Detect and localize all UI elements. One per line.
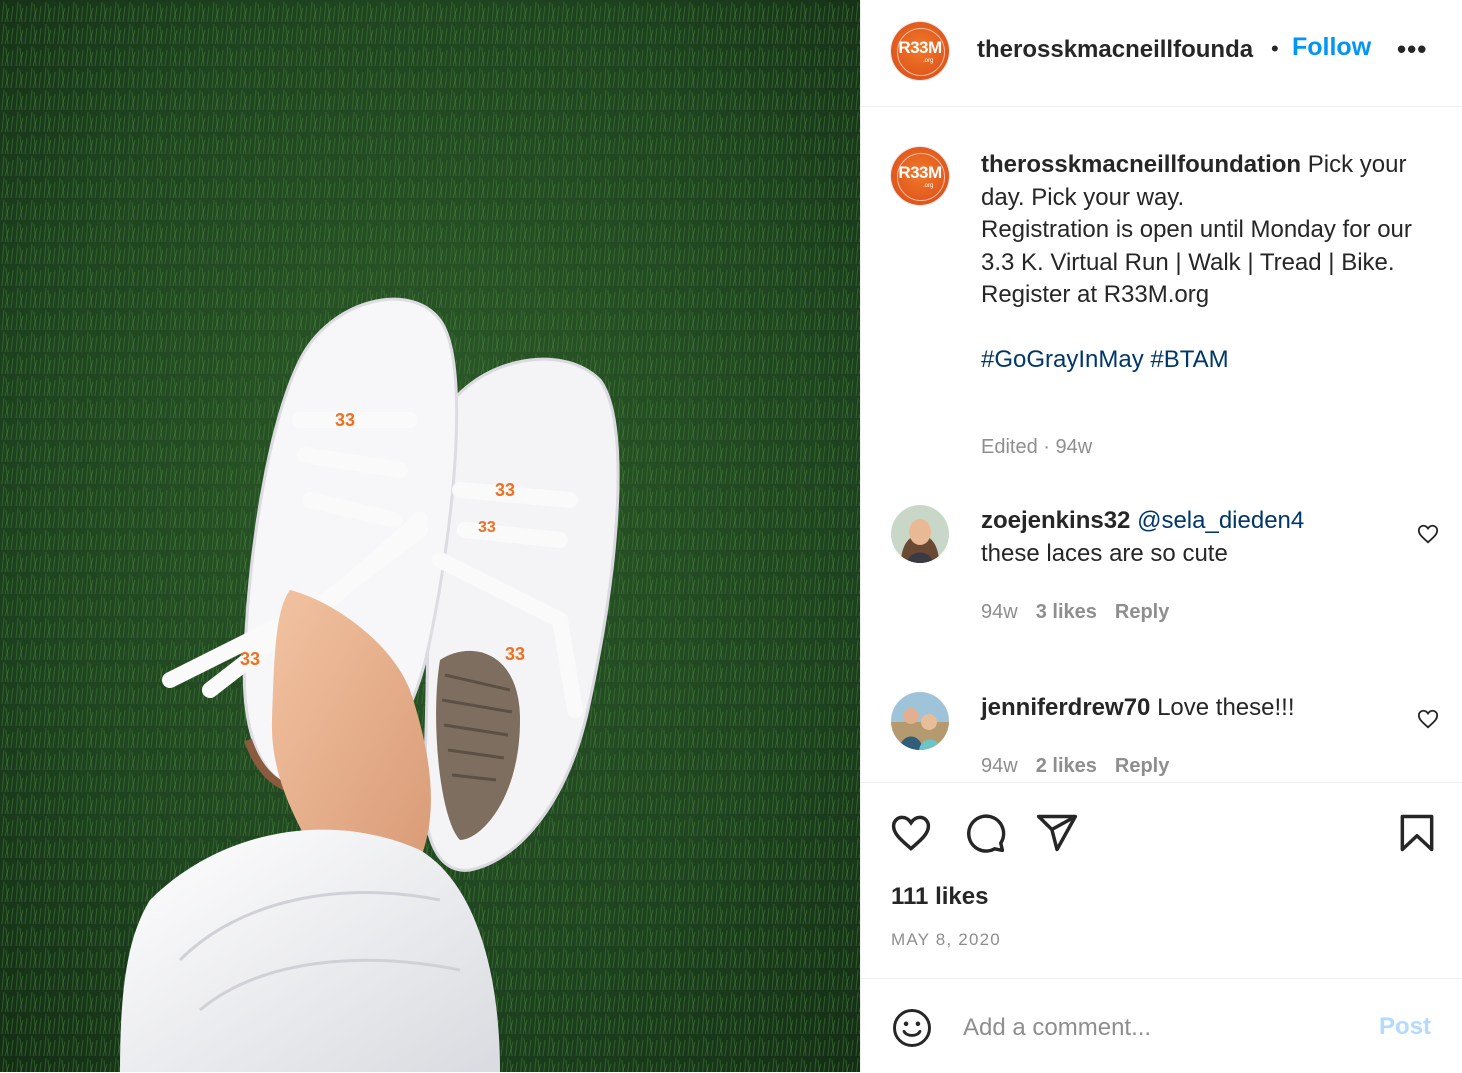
comment-age: 94w — [981, 601, 1018, 623]
author-username[interactable]: therosskmacneillfounda — [977, 36, 1263, 64]
follow-button[interactable]: Follow — [1292, 33, 1371, 62]
comment-likes[interactable]: 3 likes — [1036, 601, 1097, 623]
more-horizontal-icon[interactable]: ••• — [1397, 36, 1427, 62]
commenter-avatar[interactable] — [891, 505, 949, 563]
avatar-logo-text: R33M — [898, 163, 942, 182]
author-avatar[interactable]: R33M .org — [891, 22, 949, 80]
comment-likes[interactable]: 2 likes — [1036, 755, 1097, 777]
comments-section[interactable]: R33M .org therosskmacneillfoundation Pic… — [861, 107, 1462, 782]
comment-input[interactable] — [961, 1009, 1365, 1047]
avatar-logo-text: R33M — [898, 38, 942, 57]
post-date[interactable]: MAY 8, 2020 — [891, 930, 1001, 950]
comment-like-heart-icon[interactable] — [1417, 523, 1439, 545]
comment-meta: 94w 3 likes Reply — [981, 601, 1169, 624]
commenter-avatar[interactable] — [891, 692, 949, 750]
caption-author-avatar[interactable]: R33M .org — [891, 147, 949, 205]
post-detail-panel: R33M .org therosskmacneillfounda • Follo… — [860, 0, 1462, 1072]
svg-text:33: 33 — [335, 410, 355, 430]
reply-button[interactable]: Reply — [1115, 601, 1169, 623]
caption-line-3: Register at R33M.org — [981, 281, 1210, 308]
comment-icon[interactable] — [963, 811, 1007, 855]
avatar-org-text: .org — [923, 183, 934, 189]
post-image[interactable]: 33 33 33 33 33 — [0, 0, 860, 1072]
emoji-icon[interactable] — [891, 1007, 933, 1049]
comment-mention[interactable]: @sela_dieden4 — [1137, 507, 1304, 534]
post-comment-button[interactable]: Post — [1379, 1013, 1431, 1041]
caption: therosskmacneillfoundation Pick your day… — [981, 149, 1441, 377]
bookmark-icon[interactable] — [1395, 811, 1439, 855]
caption-line-2: Registration is open until Monday for ou… — [981, 216, 1412, 276]
avatar-org-text: .org — [923, 58, 934, 64]
likes-count[interactable]: 111 likes — [891, 883, 988, 911]
comment-age: 94w — [981, 755, 1018, 777]
heart-icon[interactable] — [889, 811, 933, 855]
reply-button[interactable]: Reply — [1115, 755, 1169, 777]
comment-text: jenniferdrew70 Love these!!! — [981, 692, 1401, 725]
caption-hashtags[interactable]: #GoGrayInMay #BTAM — [981, 346, 1229, 373]
caption-username[interactable]: therosskmacneillfoundation — [981, 151, 1301, 178]
header-separator: • — [1271, 36, 1279, 61]
comment-username[interactable]: zoejenkins32 — [981, 507, 1130, 534]
share-icon[interactable] — [1035, 811, 1079, 855]
svg-text:33: 33 — [505, 644, 525, 664]
comment-body: Love these!!! — [1157, 694, 1295, 721]
comment-username[interactable]: jenniferdrew70 — [981, 694, 1150, 721]
add-comment-bar: Post — [861, 978, 1462, 1073]
caption-edited-time: Edited · 94w — [981, 436, 1093, 458]
post-header: R33M .org therosskmacneillfounda • Follo… — [861, 0, 1462, 107]
svg-text:33: 33 — [240, 649, 260, 669]
post-actions: 111 likes MAY 8, 2020 — [861, 782, 1462, 979]
svg-text:33: 33 — [495, 480, 515, 500]
comment-meta: 94w 2 likes Reply — [981, 755, 1169, 778]
comment-like-heart-icon[interactable] — [1417, 708, 1439, 730]
comment-body: these laces are so cute — [981, 539, 1228, 567]
svg-text:33: 33 — [478, 519, 496, 536]
comment-text: zoejenkins32 @sela_dieden4 these laces a… — [981, 505, 1401, 570]
